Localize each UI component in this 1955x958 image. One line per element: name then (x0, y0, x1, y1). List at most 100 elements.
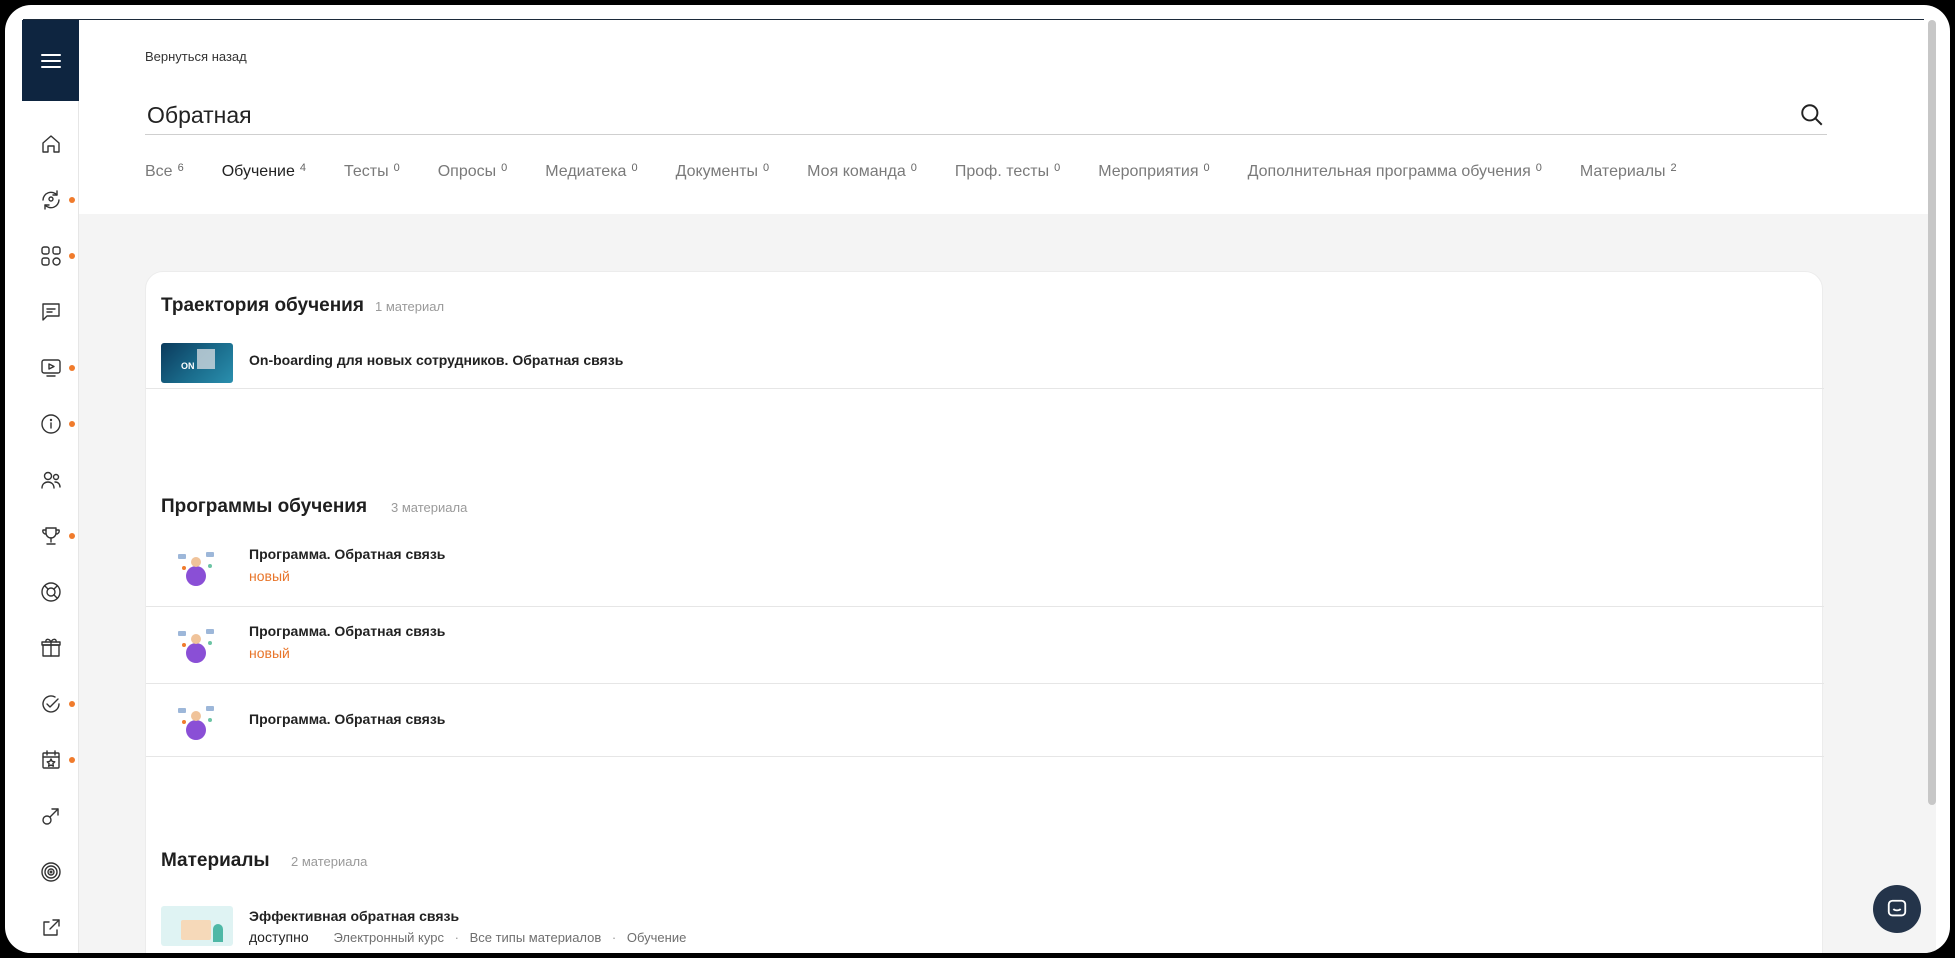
program-thumbnail (178, 552, 214, 586)
list-item[interactable]: ON On-boarding для новых сотрудников. Об… (146, 327, 1824, 389)
availability-label: доступно (249, 929, 309, 945)
notification-dot (69, 421, 75, 427)
apps-icon (40, 246, 61, 266)
tab-label: Проф. тесты (954, 163, 1050, 180)
meta-type: Электронный курс (333, 930, 444, 945)
tab-9[interactable]: Дополнительная программа обучения 0 (1247, 162, 1542, 193)
tab-4[interactable]: Медиатека 0 (545, 162, 638, 193)
section-count-materials: 2 материала (291, 854, 368, 869)
tab-label: Тесты (344, 163, 389, 180)
item-title[interactable]: Эффективная обратная связь (249, 908, 459, 924)
search-input[interactable] (145, 97, 1765, 133)
tab-label: Дополнительная программа обучения (1247, 163, 1531, 180)
sidebar-item-calendar-star[interactable] (22, 740, 79, 780)
search-results: Траектория обучения 1 материал ON On-boa… (79, 214, 1936, 953)
screen-play-icon (40, 359, 61, 377)
program-thumbnail (178, 706, 214, 740)
arrow-diagonal-icon (41, 808, 59, 825)
tab-label: Документы (675, 163, 759, 180)
tab-count: 0 (1203, 162, 1210, 174)
notification-dot (69, 701, 75, 707)
meta-separator: · (611, 930, 617, 945)
status-badge: новый (249, 568, 290, 584)
sidebar-item-check-circle[interactable] (22, 684, 79, 724)
list-item[interactable]: Программа. Обратная связь (146, 684, 1824, 757)
gift-icon (40, 638, 61, 657)
lifebuoy-icon (40, 582, 61, 602)
tab-label: Опросы (437, 163, 497, 180)
support-chat-button[interactable] (1873, 885, 1921, 933)
list-item[interactable]: Эффективная обратная связь доступно Элек… (146, 884, 1824, 953)
sidebar-item-target[interactable] (22, 852, 79, 892)
meta-separator (319, 930, 323, 945)
sidebar-item-trophy[interactable] (22, 516, 79, 556)
item-title[interactable]: Программа. Обратная связь (249, 711, 445, 727)
notification-dot (69, 365, 75, 371)
sidebar-item-screen-play[interactable] (22, 348, 79, 388)
section-count-trajectory: 1 материал (375, 299, 445, 314)
item-meta: доступно Электронный курс · Все типы мат… (249, 929, 686, 945)
tab-2[interactable]: Тесты 0 (344, 162, 400, 193)
tab-8[interactable]: Мероприятия 0 (1098, 162, 1210, 193)
sidebar-item-gift[interactable] (22, 628, 79, 668)
meta-category: Все типы материалов (469, 930, 602, 945)
sidebar-item-home[interactable] (22, 124, 79, 164)
tab-count: 0 (631, 162, 638, 174)
tab-1[interactable]: Обучение 4 (222, 162, 306, 193)
tab-10[interactable]: Материалы 2 (1580, 162, 1677, 193)
sidebar-item-external-link[interactable] (22, 908, 79, 948)
notification-dot (69, 253, 75, 259)
target-icon (40, 862, 61, 882)
section-title-programs: Программы обучения (161, 496, 368, 517)
tab-label: Моя команда (807, 163, 906, 180)
tab-3[interactable]: Опросы 0 (437, 162, 508, 193)
search-bar (145, 97, 1827, 135)
refresh-person-icon (41, 190, 60, 210)
sidebar-item-apps[interactable] (22, 236, 79, 276)
tab-label: Мероприятия (1098, 163, 1199, 180)
back-link[interactable]: Вернуться назад (145, 49, 247, 64)
hamburger-icon (40, 53, 61, 68)
sidebar-item-chat[interactable] (22, 292, 79, 332)
tab-count: 0 (1054, 162, 1061, 174)
meta-separator: · (454, 930, 459, 945)
section-count-programs: 3 материала (391, 500, 468, 515)
sidebar-item-users[interactable] (22, 460, 79, 500)
notification-dot (69, 197, 75, 203)
item-title[interactable]: Программа. Обратная связь (249, 546, 445, 562)
chat-bubble-icon (1887, 899, 1907, 917)
app-window: Вернуться назад Все6Обучение4Тесты0Опрос… (5, 5, 1950, 953)
tab-count: 0 (501, 162, 508, 174)
section-title-materials: Материалы (161, 850, 270, 871)
sidebar-item-arrow-diagonal[interactable] (22, 796, 79, 836)
search-header: Вернуться назад Все6Обучение4Тесты0Опрос… (79, 20, 1936, 214)
results-card: Траектория обучения 1 материал ON On-boa… (145, 271, 1824, 953)
menu-button[interactable] (22, 20, 79, 101)
tab-label: Все (145, 163, 173, 180)
list-item[interactable]: Программа. Обратная связь новый (146, 530, 1824, 607)
tab-count: 6 (177, 162, 184, 174)
tab-count: 0 (910, 162, 917, 174)
tab-0[interactable]: Все 6 (145, 162, 184, 193)
search-icon[interactable] (1799, 102, 1825, 128)
tab-6[interactable]: Моя команда 0 (807, 162, 917, 193)
category-tabs: Все 6 Обучение 4 Тесты 0 Опросы 0 Медиатека 0 Доку… (145, 162, 1715, 193)
program-thumbnail (178, 629, 214, 663)
item-title[interactable]: Программа. Обратная связь (249, 623, 445, 639)
tab-label: Медиатека (545, 163, 627, 180)
check-circle-icon (41, 695, 60, 713)
section-title-trajectory: Траектория обучения (161, 295, 364, 316)
item-title[interactable]: On-boarding для новых сотрудников. Обрат… (249, 352, 623, 368)
scrollbar[interactable] (1928, 20, 1936, 805)
material-thumbnail (161, 906, 233, 946)
sidebar-item-info[interactable] (22, 404, 79, 444)
notification-dot (69, 757, 75, 763)
tab-5[interactable]: Документы 0 (675, 162, 770, 193)
list-item[interactable]: Программа. Обратная связь новый (146, 607, 1824, 684)
sidebar (22, 20, 79, 953)
sidebar-item-refresh-person[interactable] (22, 180, 79, 220)
trajectory-thumbnail: ON (161, 343, 233, 383)
sidebar-item-lifebuoy[interactable] (22, 572, 79, 612)
tab-7[interactable]: Проф. тесты 0 (954, 162, 1061, 193)
meta-section: Обучение (626, 930, 687, 945)
